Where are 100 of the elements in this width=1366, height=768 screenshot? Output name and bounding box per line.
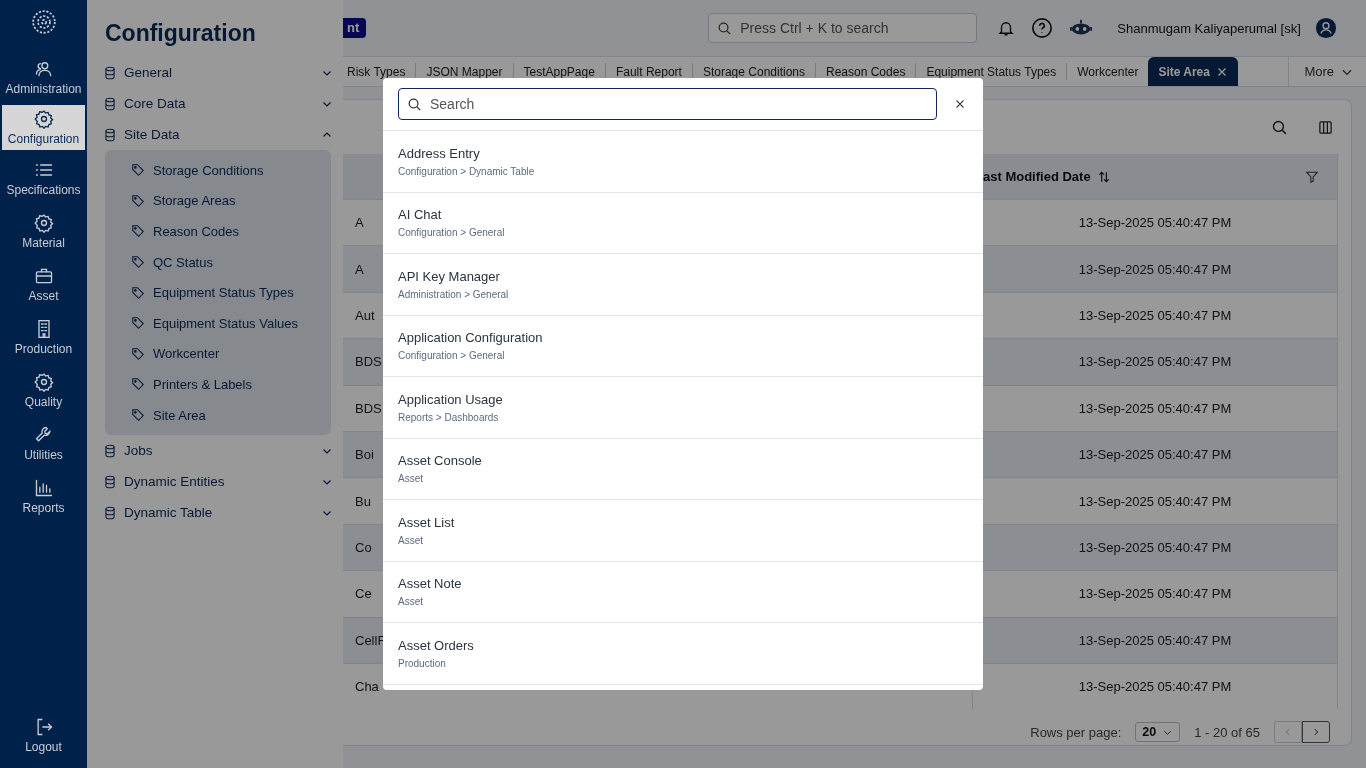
result-title: Asset Orders <box>398 637 474 653</box>
database-icon <box>103 96 117 111</box>
nav-item[interactable]: Reports <box>2 471 85 521</box>
tag-icon <box>131 255 145 270</box>
column-header[interactable]: ast Modified Date <box>983 169 1091 184</box>
submenu-item[interactable]: Equipment Status Values <box>105 307 331 339</box>
submenu-item[interactable]: Storage Areas <box>105 185 331 217</box>
tag-icon <box>131 377 145 392</box>
nav-item[interactable]: Specifications <box>2 153 85 203</box>
table-cell-text: 13-Sep-2025 05:40:47 PM <box>1077 306 1233 325</box>
result-title: Application Configuration <box>398 330 543 346</box>
more-button[interactable]: More <box>1288 57 1366 86</box>
user-name: Shanmugam Kaliyaperumal [sk] <box>1117 20 1301 36</box>
bar-chart-icon <box>33 477 54 498</box>
submenu-item[interactable]: Workcenter <box>105 338 331 370</box>
menu-group[interactable]: Dynamic Entities <box>103 466 333 498</box>
nav-item[interactable]: Administration <box>2 52 85 102</box>
result-path: Reports > Dashboards <box>398 411 499 423</box>
result-title: Asset Note <box>398 576 462 592</box>
table-cell-text: 13-Sep-2025 05:40:47 PM <box>1077 446 1233 465</box>
filter-icon[interactable] <box>1305 169 1319 184</box>
gear-icon <box>33 212 54 233</box>
submenu-item[interactable]: Printers & Labels <box>105 369 331 400</box>
table-cell-text: 13-Sep-2025 05:40:47 PM <box>1077 353 1233 372</box>
table-cell-text: 13-Sep-2025 05:40:47 PM <box>1077 585 1233 604</box>
result-path: Configuration > General <box>398 227 505 239</box>
page-badge: nt <box>343 18 367 38</box>
gear-logo-icon <box>30 9 57 35</box>
result-title: Asset Console <box>398 453 482 469</box>
nav-item[interactable]: Material <box>2 206 85 256</box>
table-cell-text: 13-Sep-2025 05:40:47 PM <box>1077 678 1233 697</box>
tag-icon <box>131 346 145 361</box>
database-icon <box>103 505 117 520</box>
nav-item[interactable]: Configuration <box>2 105 85 150</box>
chevron-left-icon <box>1283 727 1293 738</box>
tag-icon <box>131 193 145 208</box>
page-tab[interactable]: Site Area <box>1148 57 1238 86</box>
submenu-item[interactable]: Storage Conditions <box>105 155 331 186</box>
database-icon <box>103 443 117 458</box>
submenu-item[interactable]: Equipment Status Types <box>105 277 331 308</box>
result-title: Asset List <box>398 514 455 530</box>
nav-item[interactable]: Production <box>2 312 85 362</box>
table-cell-text: 13-Sep-2025 05:40:47 PM <box>1077 538 1233 557</box>
database-icon <box>103 474 117 489</box>
result-path: Production <box>398 657 446 669</box>
database-icon <box>103 65 117 80</box>
result-path: Configuration > General <box>398 350 505 362</box>
table-cell-text: Boi <box>354 447 374 463</box>
tag-icon <box>131 224 145 239</box>
search-icon <box>717 20 733 36</box>
submenu-item[interactable]: Reason Codes <box>105 216 331 247</box>
search-result[interactable]: Application Configuration Configuration > General <box>383 315 983 377</box>
table-cell-text: A <box>354 261 364 277</box>
table-cell-text: CellF <box>354 632 386 648</box>
search-result[interactable]: Application Usage Reports > Dashboards <box>383 377 983 439</box>
nav-item[interactable]: Asset <box>2 259 85 309</box>
table-cell-text: Bu <box>354 493 371 509</box>
table-cell-text: 13-Sep-2025 05:40:47 PM <box>1077 399 1233 418</box>
tag-icon <box>131 316 145 331</box>
close-icon[interactable] <box>954 98 966 110</box>
nav-item[interactable]: Quality <box>2 365 85 415</box>
rows-per-page-label: Rows per page: <box>1030 724 1122 740</box>
sort-icon[interactable] <box>1096 169 1111 184</box>
search-field[interactable]: Search <box>398 88 937 120</box>
help-icon[interactable] <box>1031 17 1054 39</box>
search-result[interactable]: API Key Manager Administration > General <box>383 254 983 316</box>
menu-group[interactable]: Dynamic Table <box>103 497 333 529</box>
menu-group[interactable]: Core Data <box>103 88 333 119</box>
table-cell-text: 13-Sep-2025 05:40:47 PM <box>1077 492 1233 511</box>
submenu-item[interactable]: Site Area <box>105 399 331 431</box>
result-path: Administration > General <box>398 288 509 300</box>
nav-item[interactable]: Utilities <box>2 418 85 468</box>
next-page-button[interactable] <box>1302 721 1330 744</box>
gear-icon <box>33 109 54 129</box>
tag-icon <box>131 285 145 300</box>
close-icon[interactable] <box>1216 65 1228 78</box>
avatar-icon[interactable] <box>1314 17 1337 39</box>
table-cell-text: Cha <box>354 679 379 695</box>
search-result[interactable]: Asset Console Asset <box>383 438 983 500</box>
search-result[interactable]: AI Chat Configuration > General <box>383 192 983 254</box>
search-result[interactable]: Asset Orders Production <box>383 623 983 685</box>
bell-icon[interactable] <box>997 19 1016 37</box>
panel-title: Configuration <box>105 20 257 47</box>
search-icon[interactable] <box>1271 118 1288 136</box>
search-result[interactable]: Asset List Asset <box>383 500 983 562</box>
chevron-right-icon <box>1311 727 1321 738</box>
submenu-item[interactable]: QC Status <box>105 246 331 278</box>
menu-group[interactable]: General <box>103 57 333 88</box>
tag-icon <box>131 408 145 423</box>
logout-button[interactable]: Logout <box>2 710 85 760</box>
table-cell-text: Co <box>354 539 372 555</box>
columns-icon[interactable] <box>1318 119 1333 135</box>
result-title: AI Chat <box>398 207 442 223</box>
search-result[interactable]: Asset Note Asset <box>383 561 983 623</box>
table-cell-text: 13-Sep-2025 05:40:47 PM <box>1077 214 1233 233</box>
search-result[interactable]: Address Entry Configuration > Dynamic Table <box>383 131 983 193</box>
menu-group[interactable]: Jobs <box>103 435 333 467</box>
menu-group[interactable]: Site Data <box>103 119 333 150</box>
result-path: Asset <box>398 473 423 485</box>
page-size-select[interactable]: 20 <box>1135 722 1181 743</box>
